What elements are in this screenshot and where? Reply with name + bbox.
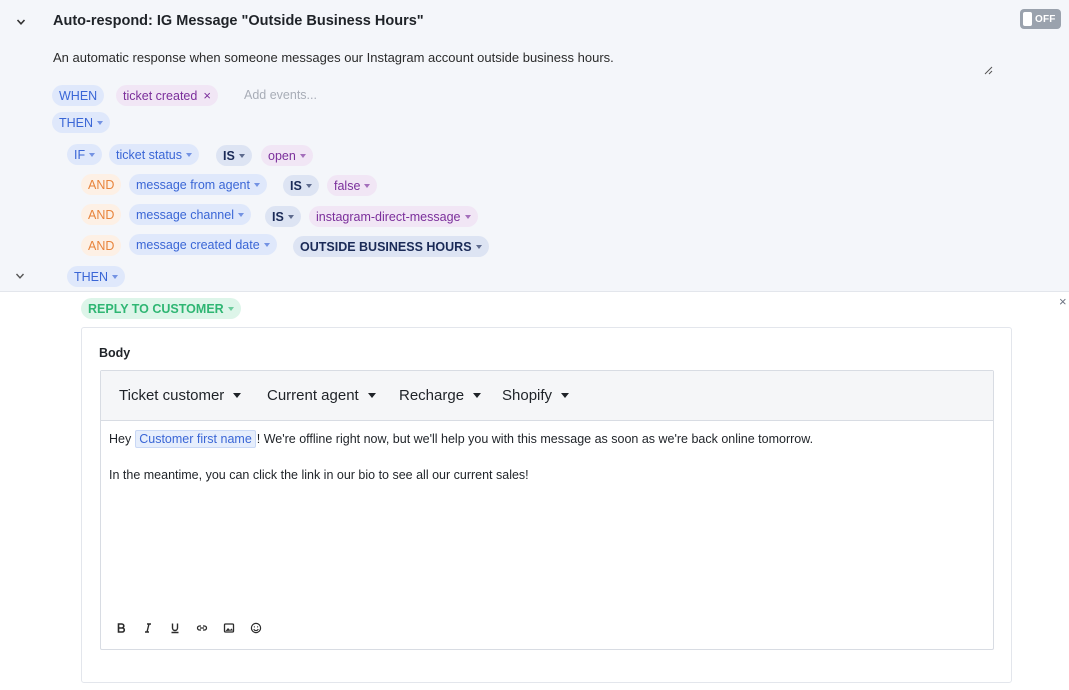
condition-value-label: open [268, 148, 296, 163]
remove-action-close-icon[interactable]: × [1059, 295, 1069, 308]
condition-field-label: message from agent [136, 177, 250, 192]
when-block-label: WHEN [52, 85, 105, 106]
condition-operator-dropdown[interactable]: IS [283, 175, 319, 196]
bold-icon[interactable] [114, 621, 128, 635]
then-text: THEN [74, 269, 109, 284]
italic-icon[interactable] [141, 621, 155, 635]
action-label: REPLY TO CUSTOMER [88, 301, 224, 316]
customer-first-name-variable[interactable]: Customer first name [135, 430, 256, 448]
message-line-2[interactable]: In the meantime, you can click the link … [109, 468, 529, 482]
condition-value-dropdown[interactable]: false [327, 175, 378, 196]
if-dropdown[interactable]: IF [67, 144, 103, 165]
operator-label: IS [290, 178, 302, 193]
rule-title: Auto-respond: IG Message "Outside Busine… [53, 13, 424, 29]
condition-field-dropdown[interactable]: message channel [129, 204, 251, 225]
caret-down-icon [287, 214, 294, 219]
caret-down-icon [89, 152, 96, 157]
caret-down-icon [186, 152, 192, 157]
emoji-icon[interactable] [249, 621, 263, 635]
collapse-then-chevron-icon[interactable] [13, 269, 27, 283]
dropdown-label: Ticket customer [119, 387, 225, 404]
add-events-input[interactable]: Add events... [244, 88, 317, 102]
message-text: Hey [109, 432, 132, 446]
remove-event-icon[interactable]: × [203, 88, 211, 103]
condition-field-label: ticket status [116, 147, 182, 162]
condition-field-dropdown[interactable]: message created date [129, 234, 277, 255]
caret-down-icon [464, 214, 471, 219]
operator-label: IS [272, 209, 284, 224]
when-text: WHEN [59, 88, 98, 103]
condition-field-dropdown[interactable]: message from agent [129, 174, 267, 195]
and-text: AND [88, 207, 115, 222]
caret-down-icon [364, 183, 371, 188]
and-connector-dropdown[interactable]: AND [81, 204, 122, 225]
message-editor[interactable]: Ticket customer Current agent Recharge S… [100, 370, 994, 650]
rule-active-toggle[interactable]: OFF [1020, 9, 1061, 29]
variables-toolbar: Ticket customer Current agent Recharge S… [101, 371, 993, 421]
format-toolbar [114, 621, 263, 635]
caret-down-icon [233, 393, 242, 398]
rule-description-textarea[interactable]: An automatic response when someone messa… [53, 50, 614, 65]
ticket-customer-dropdown[interactable]: Ticket customer [119, 387, 242, 404]
and-text: AND [88, 177, 115, 192]
message-text: ! We're offline right now, but we'll hel… [256, 432, 814, 446]
condition-operator-dropdown[interactable]: IS [265, 206, 301, 227]
caret-down-icon [112, 274, 119, 279]
current-agent-dropdown[interactable]: Current agent [267, 387, 376, 404]
condition-value-label: false [334, 178, 361, 193]
caret-down-icon [227, 306, 234, 311]
action-type-dropdown[interactable]: REPLY TO CUSTOMER [81, 298, 241, 319]
then-text: THEN [59, 115, 94, 130]
message-line-1[interactable]: Hey Customer first name! We're offline ri… [109, 430, 813, 448]
condition-field-label: message created date [136, 237, 260, 252]
caret-down-icon [561, 393, 570, 398]
caret-down-icon [473, 393, 482, 398]
condition-value-label: OUTSIDE BUSINESS HOURS [300, 239, 472, 254]
recharge-dropdown[interactable]: Recharge [399, 387, 482, 404]
caret-down-icon [263, 242, 270, 247]
collapse-rule-chevron-icon[interactable] [14, 15, 28, 29]
condition-value-dropdown[interactable]: open [261, 145, 313, 166]
resize-grip-icon[interactable] [983, 62, 993, 75]
toggle-knob [1023, 12, 1032, 26]
link-icon[interactable] [195, 621, 209, 635]
condition-value-dropdown[interactable]: instagram-direct-message [309, 206, 478, 227]
condition-field-dropdown[interactable]: ticket status [109, 144, 199, 165]
then-dropdown[interactable]: THEN [52, 112, 111, 133]
underline-icon[interactable] [168, 621, 182, 635]
dropdown-label: Shopify [502, 387, 553, 404]
body-label: Body [99, 346, 131, 360]
event-chip-label: ticket created [123, 88, 198, 103]
shopify-dropdown[interactable]: Shopify [502, 387, 570, 404]
dropdown-label: Current agent [267, 387, 359, 404]
caret-down-icon [238, 153, 245, 158]
and-connector-dropdown[interactable]: AND [81, 174, 122, 195]
if-text: IF [74, 147, 86, 162]
caret-down-icon [299, 153, 306, 158]
caret-down-icon [253, 182, 260, 187]
business-hours-dropdown[interactable]: OUTSIDE BUSINESS HOURS [293, 236, 489, 257]
inner-then-dropdown[interactable]: THEN [67, 266, 126, 287]
and-connector-dropdown[interactable]: AND [81, 235, 122, 256]
toggle-label: OFF [1035, 13, 1056, 25]
condition-field-label: message channel [136, 207, 234, 222]
caret-down-icon [237, 212, 244, 217]
event-chip-ticket-created[interactable]: ticket created × [116, 85, 218, 106]
caret-down-icon [305, 183, 312, 188]
caret-down-icon [97, 120, 104, 125]
operator-label: IS [223, 148, 235, 163]
and-text: AND [88, 238, 115, 253]
condition-operator-dropdown[interactable]: IS [216, 145, 252, 166]
image-icon[interactable] [222, 621, 236, 635]
dropdown-label: Recharge [399, 387, 465, 404]
caret-down-icon [475, 244, 482, 249]
caret-down-icon [367, 393, 376, 398]
condition-value-label: instagram-direct-message [316, 209, 461, 224]
